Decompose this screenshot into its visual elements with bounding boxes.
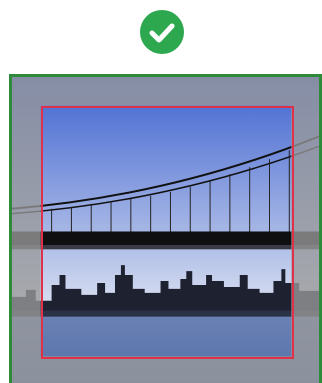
success-check-badge (140, 10, 184, 54)
check-circle-icon (140, 10, 184, 54)
image-verification-panel (0, 0, 322, 383)
selection-box[interactable] (41, 106, 294, 359)
image-frame[interactable] (9, 74, 322, 383)
